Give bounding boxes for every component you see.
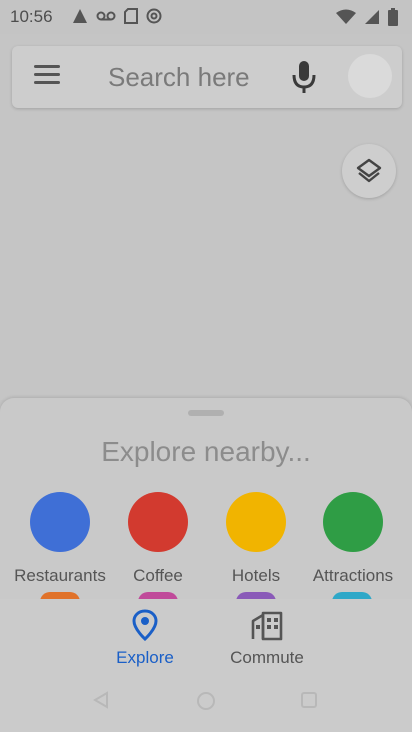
category-peek[interactable] — [332, 592, 372, 599]
category-peek[interactable] — [138, 592, 178, 599]
status-icons-left — [72, 8, 162, 29]
layers-button[interactable] — [342, 144, 396, 198]
commute-buildings-icon — [249, 611, 285, 645]
account-avatar[interactable] — [348, 54, 392, 98]
restaurants-icon — [30, 492, 90, 552]
sheet-drag-handle[interactable] — [188, 410, 224, 416]
category-hotels[interactable]: Hotels — [206, 492, 306, 586]
explore-title: Explore nearby... — [101, 436, 311, 467]
category-peek[interactable] — [40, 592, 80, 599]
voicemail-icon — [96, 8, 116, 29]
explore-sheet[interactable]: Explore nearby... Restaurants Coffee Hot… — [0, 398, 412, 599]
bottom-navigation: Explore Commute — [0, 599, 412, 732]
tab-label: Commute — [230, 648, 304, 667]
recents-icon[interactable] — [300, 691, 318, 714]
system-navigation-bar — [0, 681, 412, 721]
search-input[interactable] — [108, 60, 288, 94]
category-restaurants[interactable]: Restaurants — [10, 492, 110, 586]
coffee-icon — [128, 492, 188, 552]
category-coffee[interactable]: Coffee — [108, 492, 208, 586]
category-attractions[interactable]: Attractions — [303, 492, 403, 586]
category-label: Attractions — [312, 566, 394, 585]
status-time: 10:56 — [10, 7, 53, 26]
status-bar: 10:56 — [0, 0, 412, 34]
tab-explore[interactable]: Explore — [90, 609, 200, 668]
at-icon — [146, 8, 162, 29]
status-icons-right — [336, 8, 398, 31]
tab-commute[interactable]: Commute — [212, 609, 322, 668]
microphone-icon[interactable] — [290, 59, 318, 95]
category-label: Hotels — [231, 566, 281, 585]
category-peek[interactable] — [236, 592, 276, 599]
tab-label: Explore — [116, 648, 174, 667]
alert-icon — [72, 8, 88, 29]
more-categories-row[interactable] — [0, 592, 412, 599]
attractions-icon — [323, 492, 383, 552]
hamburger-menu-icon[interactable] — [34, 65, 62, 89]
search-bar[interactable] — [12, 46, 402, 108]
hotels-icon — [226, 492, 286, 552]
battery-icon — [388, 8, 398, 31]
back-icon[interactable] — [92, 691, 110, 714]
signal-icon — [364, 9, 380, 30]
sd-card-icon — [124, 8, 138, 29]
category-label: Restaurants — [14, 566, 106, 585]
home-icon[interactable] — [196, 691, 216, 716]
wifi-icon — [336, 9, 356, 30]
category-label: Coffee — [133, 566, 183, 585]
location-pin-icon — [130, 609, 160, 645]
